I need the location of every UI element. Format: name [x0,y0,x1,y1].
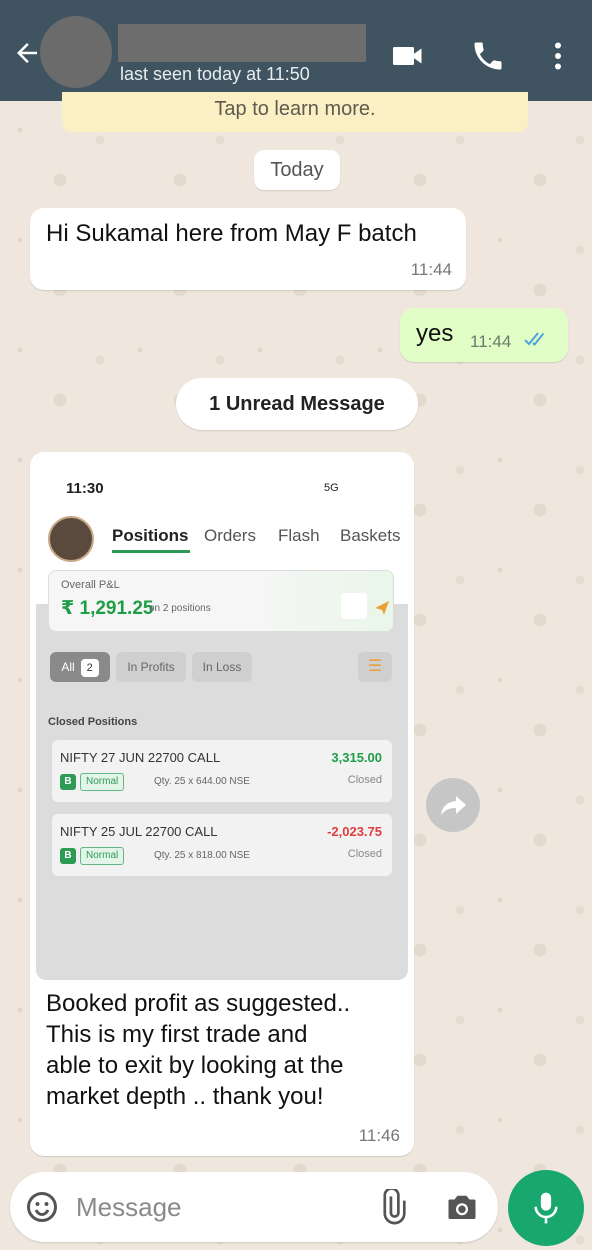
encryption-banner[interactable]: Tap to learn more. [62,92,528,132]
filter-chip-all: All 2 [50,652,110,682]
position-pnl: -2,023.75 [327,824,382,839]
closed-positions-title: Closed Positions [48,716,138,728]
incoming-image-message[interactable]: 11:30 5G Positions Orders Flash Baskets … [30,452,414,1156]
message-time: 11:46 [358,1126,400,1145]
filter-list-icon: ☰ [358,652,392,682]
video-camera-icon[interactable] [390,38,426,74]
emoji-icon[interactable] [24,1189,60,1225]
arrow-left-icon[interactable] [12,38,42,68]
position-side-badge: B [60,848,76,864]
position-card: NIFTY 25 JUL 22700 CALL -2,023.75 B Norm… [52,814,392,876]
position-name: NIFTY 25 JUL 22700 CALL [60,824,218,839]
position-type-badge: Normal [80,773,125,791]
date-separator: Today [254,150,340,190]
send-icon [375,601,389,615]
message-composer [10,1172,498,1242]
phone-icon[interactable] [470,38,506,74]
screenshot-tab-orders: Orders [204,526,256,545]
screenshot-tab-positions: Positions [112,526,189,545]
screenshot-tab-baskets: Baskets [340,526,401,545]
message-text: yes [416,320,454,347]
filter-chip-profits: In Profits [116,652,186,682]
incoming-message[interactable]: Hi Sukamal here from May F batch 11:44 [30,208,466,290]
screenshot-tab-flash: Flash [278,526,320,545]
paperclip-icon[interactable] [374,1189,410,1225]
message-time: 11:44 [410,260,452,279]
position-side-badge: B [60,774,76,790]
last-seen-status: last seen today at 11:50 [120,64,310,84]
position-qty: Qty. 25 x 644.00 NSE [154,776,250,787]
position-type-badge: Normal [80,847,125,865]
screenshot-profile-avatar [48,516,94,562]
screenshot-network-status: 5G [324,482,339,494]
position-status: Closed [347,774,382,786]
filter-all-label: All [61,660,75,674]
shared-screenshot-image[interactable]: 11:30 5G Positions Orders Flash Baskets … [36,458,408,980]
position-status: Closed [347,848,382,860]
rupee-icon [341,593,367,619]
screenshot-active-tab-indicator [112,550,190,553]
unread-messages-divider: 1 Unread Message [176,378,418,430]
position-card: NIFTY 27 JUN 22700 CALL 3,315.00 B Norma… [52,740,392,802]
screenshot-pnl-card: Overall P&L ₹ 1,291.25 on 2 positions [48,570,394,632]
forward-icon [441,796,466,815]
contact-name-redacted[interactable] [118,24,366,62]
pnl-label: Overall P&L [61,579,120,591]
double-check-icon [524,332,545,346]
position-qty: Qty. 25 x 818.00 NSE [154,850,250,861]
microphone-icon [534,1192,558,1224]
voice-message-button[interactable] [508,1170,584,1246]
camera-icon[interactable] [444,1189,480,1225]
chat-header: last seen today at 11:50 [0,0,592,101]
message-caption: Booked profit as suggested.. This is my … [46,990,351,1110]
message-input[interactable] [76,1188,356,1226]
message-time: 11:44 [470,332,512,351]
more-vertical-icon[interactable] [540,38,576,74]
pnl-value: ₹ 1,291.25 [61,598,154,619]
filter-chip-loss: In Loss [192,652,252,682]
forward-button[interactable] [426,778,480,832]
filter-all-count: 2 [80,659,99,677]
position-pnl: 3,315.00 [331,750,382,765]
pnl-subtext: on 2 positions [149,603,211,614]
contact-avatar[interactable] [40,16,112,88]
position-name: NIFTY 27 JUN 22700 CALL [60,750,221,765]
message-text: Hi Sukamal here from May F batch [46,220,417,247]
screenshot-clock: 11:30 [66,480,104,497]
outgoing-message[interactable]: yes 11:44 [400,308,568,362]
